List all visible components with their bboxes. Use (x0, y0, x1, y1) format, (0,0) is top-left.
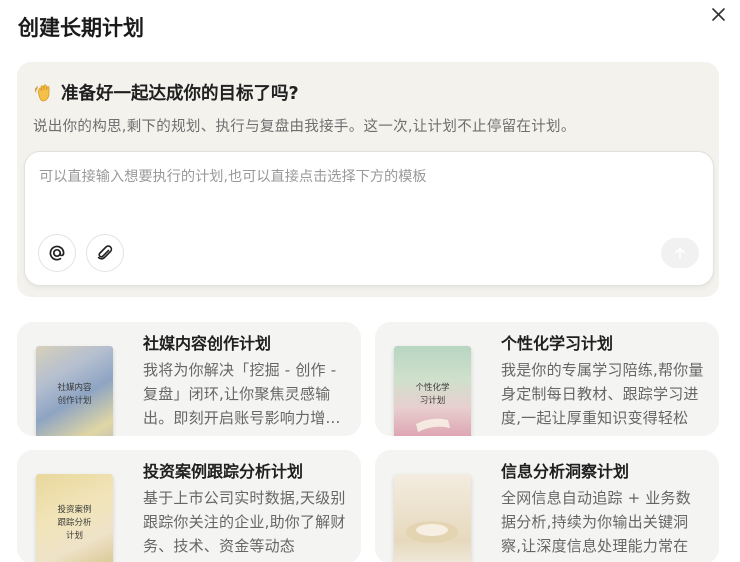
mention-button[interactable] (38, 234, 76, 272)
hero-heading: 准备好一起达成你的目标了吗? (61, 84, 299, 104)
template-title: 信息分析洞察计划 (501, 462, 630, 481)
close-icon (711, 7, 725, 21)
cover-text-line: 计划 (65, 531, 83, 541)
paperclip-icon (97, 245, 113, 260)
template-card-insight[interactable]: 信息分析洞察计划 全网信息自动追踪 + 业务数据分析,持续为你输出关键洞察,让深… (375, 450, 719, 562)
hero-panel: 准备好一起达成你的目标了吗? 说出你的构思,剩下的规划、执行与复盘由我接手。这一… (17, 62, 719, 297)
template-description: 全网信息自动追踪 + 业务数据分析,持续为你输出关键洞察,让深度信息处理能力常在 (501, 489, 691, 555)
cover-text-line: 跟踪分析 (57, 518, 92, 528)
template-cover-image: 个性化学 习计划 (394, 346, 471, 436)
at-icon (49, 245, 65, 261)
open-book-icon (416, 418, 450, 432)
coffee-cup-icon (406, 521, 458, 543)
template-title: 个性化学习计划 (501, 334, 614, 353)
plan-input[interactable] (39, 166, 699, 222)
template-cover-image: 投资案例 跟踪分析 计划 (36, 474, 113, 562)
template-grid: 社媒内容 创作计划 社媒内容创作计划 我将为你解决「挖掘 - 创作 - 复盘」闭… (17, 322, 719, 562)
template-description: 我将为你解决「挖掘 - 创作 - 复盘」闭环,让你聚焦灵感输出。即刻开启账号影响… (143, 361, 341, 427)
template-card-social-media[interactable]: 社媒内容 创作计划 社媒内容创作计划 我将为你解决「挖掘 - 创作 - 复盘」闭… (17, 322, 361, 436)
cover-text-line: 社媒内容 (57, 383, 92, 393)
dialog-title: 创建长期计划 (18, 16, 144, 40)
cover-text-line: 创作计划 (57, 396, 92, 406)
template-title: 社媒内容创作计划 (143, 334, 272, 353)
template-card-learning[interactable]: 个性化学 习计划 个性化学习计划 我是你的专属学习陪练,帮你量身定制每日教材、跟… (375, 322, 719, 436)
template-title: 投资案例跟踪分析计划 (143, 462, 304, 481)
cover-text-line: 投资案例 (57, 505, 92, 515)
template-description: 我是你的专属学习陪练,帮你量身定制每日教材、跟踪学习进度,一起让厚重知识变得轻松 (501, 361, 704, 427)
attach-button[interactable] (86, 234, 124, 272)
hero-heading-row: 准备好一起达成你的目标了吗? (33, 80, 299, 105)
template-cover-image (394, 474, 471, 562)
hero-subtitle: 说出你的构思,剩下的规划、执行与复盘由我接手。这一次,让计划不止停留在计划。 (33, 119, 576, 135)
wave-hand-icon (35, 83, 50, 101)
template-cover-image: 社媒内容 创作计划 (36, 346, 113, 436)
send-button[interactable] (661, 238, 699, 268)
template-description: 基于上市公司实时数据,天级别跟踪你关注的企业,助你了解财务、技术、资金等动态 (143, 489, 346, 555)
plan-input-card (24, 151, 714, 286)
close-button[interactable] (708, 4, 728, 24)
arrow-up-icon (675, 247, 685, 259)
template-card-investment[interactable]: 投资案例 跟踪分析 计划 投资案例跟踪分析计划 基于上市公司实时数据,天级别跟踪… (17, 450, 361, 562)
